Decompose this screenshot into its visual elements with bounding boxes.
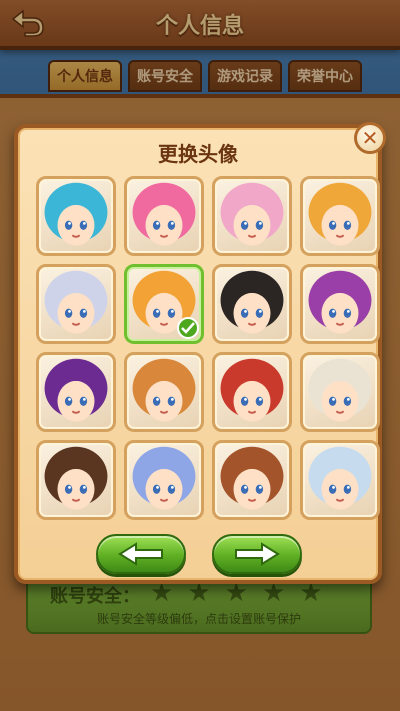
- dialog-title: 更换头像: [158, 142, 238, 166]
- avatar-option[interactable]: [300, 176, 380, 256]
- avatar-option[interactable]: [212, 176, 292, 256]
- prev-page-button[interactable]: [96, 534, 186, 574]
- avatar-option[interactable]: [36, 440, 116, 520]
- avatar-portrait-icon: [44, 358, 108, 422]
- arrow-left-icon: [118, 542, 163, 566]
- avatar-portrait-icon: [132, 358, 196, 422]
- avatar-option[interactable]: [124, 352, 204, 432]
- avatar-portrait-icon: [44, 446, 108, 510]
- change-avatar-dialog: 更换头像 ✕: [14, 122, 386, 584]
- avatar-portrait-icon: [308, 446, 372, 510]
- avatar-option[interactable]: [300, 440, 380, 520]
- avatar-portrait-icon: [220, 446, 284, 510]
- avatar-option[interactable]: [212, 264, 292, 344]
- avatar-option[interactable]: [212, 352, 292, 432]
- close-icon: ✕: [361, 126, 379, 150]
- avatar-grid: [34, 174, 380, 522]
- arrow-right-icon: [235, 542, 280, 566]
- next-page-button[interactable]: [212, 534, 302, 574]
- avatar-option[interactable]: [300, 264, 380, 344]
- avatar-option[interactable]: [36, 352, 116, 432]
- avatar-portrait-icon: [220, 182, 284, 246]
- avatar-portrait-icon: [132, 182, 196, 246]
- avatar-option[interactable]: [36, 264, 116, 344]
- avatar-portrait-icon: [308, 270, 372, 334]
- avatar-option[interactable]: [300, 352, 380, 432]
- avatar-option[interactable]: [124, 264, 204, 344]
- avatar-portrait-icon: [220, 358, 284, 422]
- avatar-portrait-icon: [132, 446, 196, 510]
- avatar-portrait-icon: [220, 270, 284, 334]
- avatar-option[interactable]: [212, 440, 292, 520]
- avatar-option[interactable]: [124, 440, 204, 520]
- close-button[interactable]: ✕: [354, 122, 386, 154]
- avatar-portrait-icon: [308, 182, 372, 246]
- avatar-portrait-icon: [44, 182, 108, 246]
- avatar-portrait-icon: [308, 358, 372, 422]
- avatar-option[interactable]: [124, 176, 204, 256]
- selected-check-icon: [177, 317, 199, 339]
- avatar-option[interactable]: [36, 176, 116, 256]
- avatar-portrait-icon: [44, 270, 108, 334]
